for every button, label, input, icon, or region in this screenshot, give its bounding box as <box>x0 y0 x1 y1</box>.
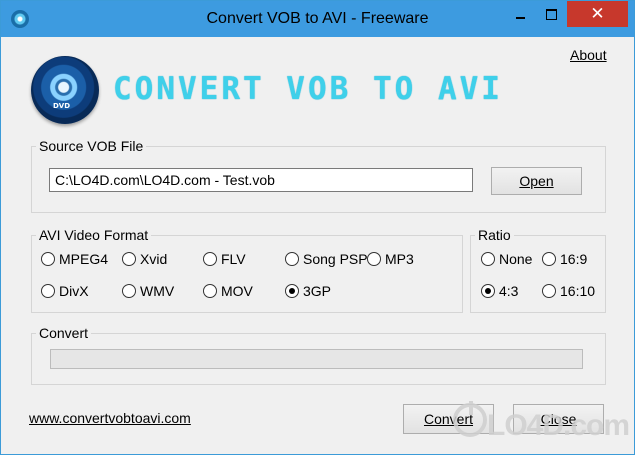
close-window-button[interactable]: ✕ <box>567 1 628 27</box>
dvd-logo-icon: DVD <box>31 56 99 124</box>
radio-unchecked-icon <box>203 284 217 298</box>
radio-unchecked-icon <box>542 252 556 266</box>
ratio-legend: Ratio <box>478 227 511 243</box>
format-label: FLV <box>221 251 246 267</box>
format-label: MP3 <box>385 251 414 267</box>
convert-button[interactable]: Convert <box>403 404 494 434</box>
close-button[interactable]: Close <box>513 404 604 434</box>
video-format-legend: AVI Video Format <box>39 227 149 243</box>
radio-unchecked-icon <box>203 252 217 266</box>
radio-unchecked-icon <box>41 284 55 298</box>
close-button-label: Close <box>540 411 577 427</box>
radio-unchecked-icon <box>122 252 136 266</box>
convert-button-label: Convert <box>423 411 474 427</box>
radio-checked-icon <box>285 284 299 298</box>
close-icon: ✕ <box>590 4 605 24</box>
maximize-button[interactable] <box>537 1 566 27</box>
title-bar[interactable]: Convert VOB to AVI - Freeware ✕ <box>1 1 634 37</box>
ratio-label: 16:9 <box>560 251 588 267</box>
website-link[interactable]: www.convertvobtoavi.com <box>29 410 191 426</box>
dvd-logo-label: DVD <box>53 102 71 110</box>
format-label: 3GP <box>303 283 332 299</box>
convert-legend: Convert <box>39 325 89 341</box>
about-link[interactable]: About <box>570 47 607 63</box>
open-button-label: Open <box>519 173 554 189</box>
radio-unchecked-icon <box>367 252 381 266</box>
conversion-progress-bar <box>50 349 583 369</box>
format-label: MOV <box>221 283 253 299</box>
app-window: Convert VOB to AVI - Freeware ✕ About DV… <box>0 0 635 455</box>
ratio-group: Ratio <box>470 227 606 313</box>
ratio-label: None <box>499 251 533 267</box>
radio-unchecked-icon <box>122 284 136 298</box>
ratio-label: 4:3 <box>499 283 519 299</box>
ratio-label: 16:10 <box>560 283 596 299</box>
format-label: Xvid <box>140 251 168 267</box>
format-label: DivX <box>59 283 89 299</box>
radio-unchecked-icon <box>481 252 495 266</box>
radio-unchecked-icon <box>41 252 55 266</box>
minimize-button[interactable] <box>506 1 535 27</box>
format-label: MPEG4 <box>59 251 109 267</box>
format-label: Song PSP <box>303 251 368 267</box>
open-button[interactable]: Open <box>491 167 582 195</box>
video-format-group: AVI Video Format <box>31 227 463 313</box>
source-path-field[interactable]: C:\LO4D.com\LO4D.com - Test.vob <box>49 168 473 192</box>
radio-unchecked-icon <box>542 284 556 298</box>
radio-unchecked-icon <box>285 252 299 266</box>
format-label: WMV <box>140 283 175 299</box>
source-file-legend: Source VOB File <box>39 138 144 154</box>
radio-checked-icon <box>481 284 495 298</box>
logo-title: CONVERT VOB TO AVI <box>113 71 503 107</box>
